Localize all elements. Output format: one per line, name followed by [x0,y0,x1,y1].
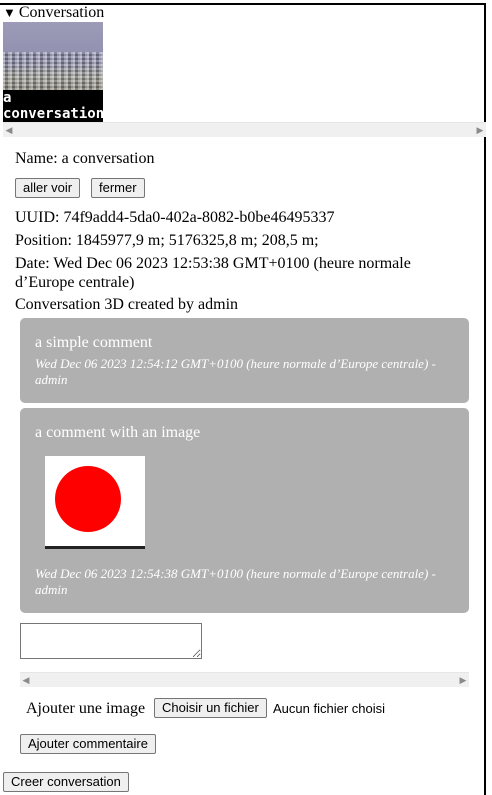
conversation-date: Date: Wed Dec 06 2023 12:53:38 GMT+0100 … [15,255,411,291]
summary-label: Conversation [18,4,105,21]
go-to-button[interactable]: aller voir [15,178,81,198]
comment-text: a comment with an image [35,424,201,441]
scroll-right-icon[interactable]: ▶ [474,123,486,137]
scroll-right-icon[interactable]: ▶ [457,673,469,687]
choose-file-button[interactable]: Choisir un fichier [154,698,267,718]
conversation-uuid: UUID: 74f9add4-5da0-402a-8082-b0be464953… [15,209,335,226]
thumbnail-scrollbar[interactable]: ◀ ▶ [3,122,486,137]
comment-card: a simple comment Wed Dec 06 2023 12:54:1… [20,318,469,403]
scroll-left-icon[interactable]: ◀ [3,123,15,137]
add-comment-button[interactable]: Ajouter commentaire [20,734,156,754]
form-scrollbar[interactable]: ◀ ▶ [20,672,469,687]
comment-meta: Wed Dec 06 2023 12:54:12 GMT+0100 (heure… [35,356,436,387]
conversation-position: Position: 1845977,9 m; 5176325,8 m; 208,… [15,232,319,249]
comment-card: a comment with an image Wed Dec 06 2023 … [20,408,469,613]
comment-meta: Wed Dec 06 2023 12:54:38 GMT+0100 (heure… [35,566,436,597]
conversation-creator: Conversation 3D created by admin [15,296,239,313]
thumbnail-label: a conversation [3,90,103,122]
comment-text: a simple comment [35,334,153,351]
comment-image[interactable] [45,456,145,549]
city-photo [3,52,103,92]
close-button[interactable]: fermer [91,178,145,198]
scroll-left-icon[interactable]: ◀ [20,673,32,687]
red-circle-image [55,466,121,532]
add-image-label: Ajouter une image [26,700,146,717]
file-status: Aucun fichier choisi [273,701,385,716]
comment-textarea[interactable] [20,623,202,659]
conversation-name: Name: a conversation [15,150,155,167]
conversation-summary-toggle[interactable]: ▼ Conversation [3,4,104,22]
triangle-down-icon: ▼ [3,5,16,20]
conversation-thumbnail[interactable]: a conversation [3,22,103,122]
create-conversation-button[interactable]: Creer conversation [3,772,129,792]
